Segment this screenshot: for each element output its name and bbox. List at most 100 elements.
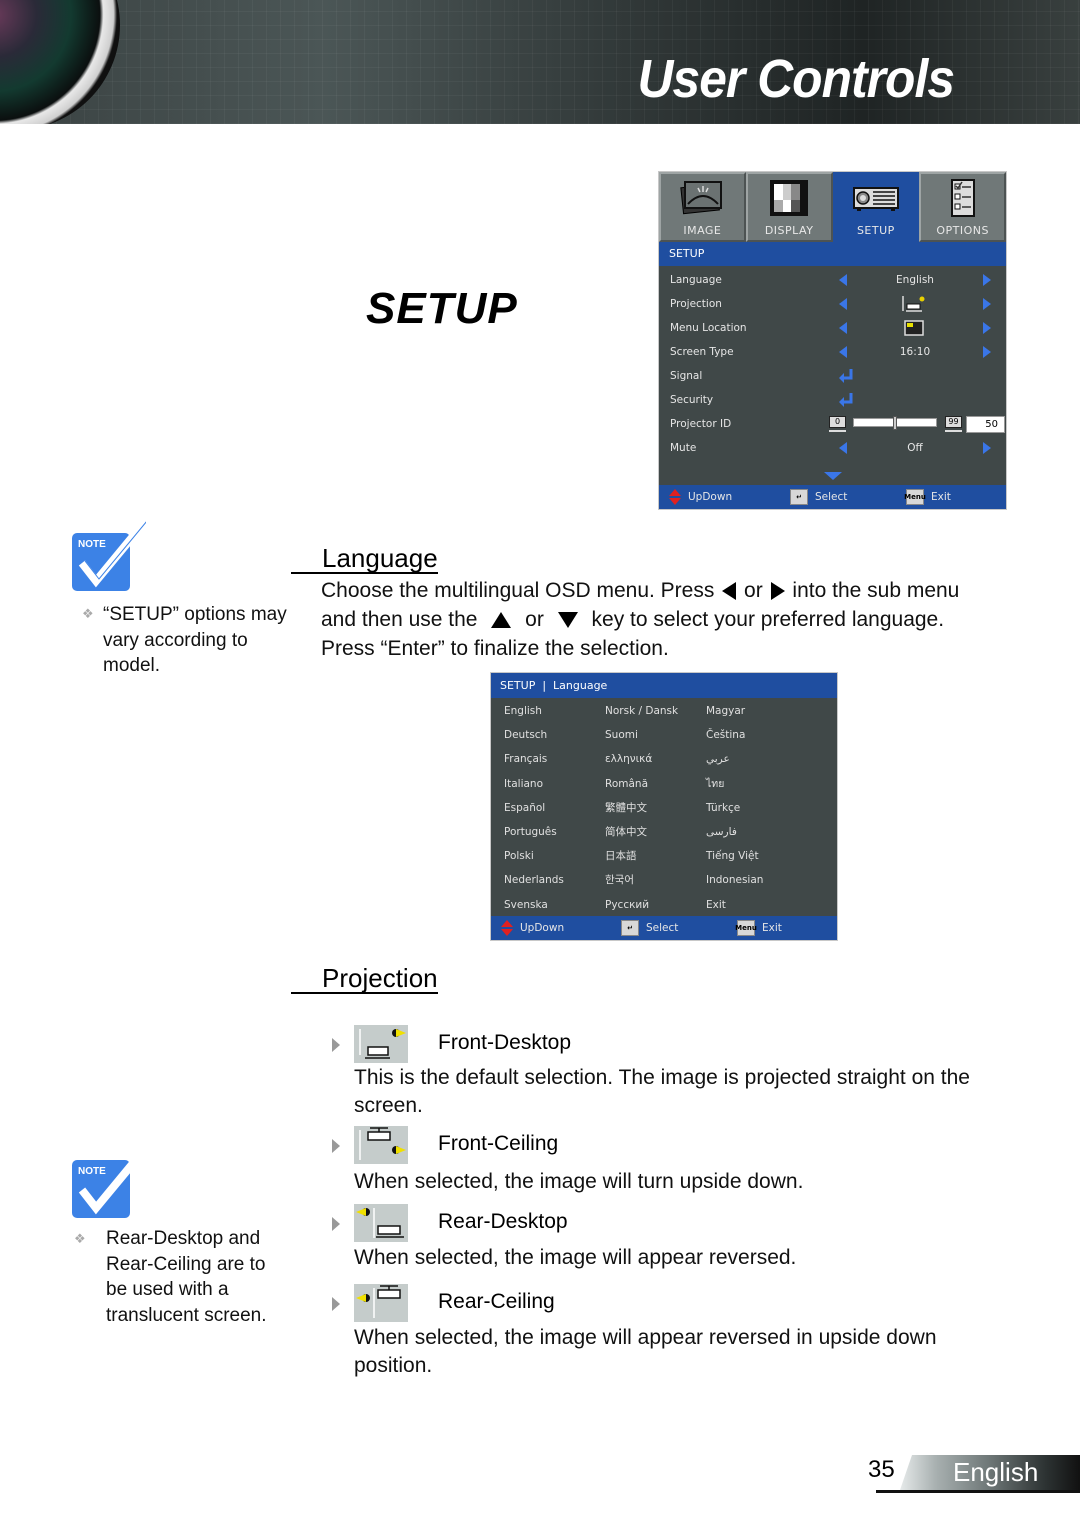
scroll-down-icon[interactable] — [824, 472, 842, 480]
language-option[interactable]: Nederlands — [504, 868, 605, 892]
options-checklist-icon — [950, 179, 975, 217]
rear-desktop-icon — [354, 1204, 408, 1242]
language-option[interactable]: Indonesian — [706, 868, 826, 892]
osd-row-language[interactable]: Language English — [659, 268, 1006, 292]
osd-footer: UpDown ↵ Select Menu Exit — [659, 485, 1006, 509]
bullet-arrow-icon — [332, 1217, 340, 1231]
select-label: Select — [646, 922, 679, 934]
language-option[interactable]: Deutsch — [504, 723, 605, 747]
language-option[interactable]: ελληνικά — [605, 747, 706, 771]
projection-option-label: Rear-Desktop — [438, 1210, 568, 1233]
osd-tab-setup[interactable]: SETUP — [832, 172, 920, 242]
osd-row-menu-location[interactable]: Menu Location — [659, 316, 1006, 340]
slider-thumb[interactable] — [893, 416, 897, 430]
exit-hint: Menu Exit — [904, 485, 951, 509]
language-badge-label: English — [953, 1457, 1039, 1487]
updown-icon — [501, 920, 513, 936]
language-option[interactable]: فارسی — [706, 820, 826, 844]
arrow-right-icon[interactable] — [983, 322, 991, 334]
osd-tab-display[interactable]: DISPLAY — [745, 172, 833, 242]
front-desktop-icon — [354, 1025, 408, 1063]
osd-row-projection[interactable]: Projection — [659, 292, 1006, 316]
enter-icon[interactable] — [837, 367, 855, 385]
language-option[interactable]: Polski — [504, 844, 605, 868]
language-option[interactable]: Русский — [605, 893, 706, 917]
section-title-projection: Projection — [291, 963, 438, 994]
language-option[interactable]: 한국어 — [605, 868, 706, 892]
language-option[interactable]: Română — [605, 772, 706, 796]
projection-option-label: Front-Ceiling — [438, 1132, 559, 1155]
language-option[interactable]: Svenska — [504, 893, 605, 917]
note-checkmark-icon: NOTE — [72, 521, 146, 591]
bullet-icon: ❖ — [82, 606, 94, 621]
arrow-right-icon[interactable] — [983, 442, 991, 454]
slider-track[interactable] — [853, 416, 937, 430]
exit-label: Exit — [931, 491, 951, 503]
updown-hint: UpDown — [669, 485, 732, 509]
osd-setup-menu: IMAGE DISPLAY SETUP OPTIONS SETUP Langua… — [658, 171, 1007, 510]
language-option[interactable]: ไทย — [706, 772, 826, 796]
exit-hint: Menu Exit — [735, 916, 782, 940]
language-option[interactable]: Português — [504, 820, 605, 844]
enter-key-icon: ↵ — [790, 489, 808, 505]
enter-icon[interactable] — [837, 391, 855, 409]
osd-tab-label: IMAGE — [683, 224, 722, 237]
arrow-left-icon[interactable] — [839, 274, 847, 286]
language-option[interactable]: Magyar — [706, 699, 826, 723]
footer-rule — [876, 1490, 1080, 1493]
text-fragment: or — [525, 608, 544, 631]
select-hint: ↵ Select — [621, 916, 678, 940]
arrow-right-icon[interactable] — [983, 298, 991, 310]
osd-row-security[interactable]: Security — [659, 388, 1006, 412]
arrow-right-icon[interactable] — [983, 346, 991, 358]
osd-tab-label: DISPLAY — [764, 224, 814, 237]
language-option[interactable]: Čeština — [706, 723, 826, 747]
projection-option-description: When selected, the image will appear rev… — [354, 1246, 797, 1269]
language-option[interactable]: عربي — [706, 747, 826, 771]
osd-row-projector-id[interactable]: Projector ID 0 99 50 — [659, 412, 1006, 436]
osd-row-value: Off — [907, 442, 923, 454]
language-option[interactable]: 简体中文 — [605, 820, 706, 844]
language-option[interactable]: Español — [504, 796, 605, 820]
language-option[interactable]: English — [504, 699, 605, 723]
updown-hint: UpDown — [501, 916, 564, 940]
language-option[interactable]: Tiếng Việt — [706, 844, 826, 868]
slider-max-label: 99 — [945, 416, 962, 428]
osd-row-label: Security — [670, 394, 714, 406]
osd-row-signal[interactable]: Signal — [659, 364, 1006, 388]
osd-tab-options[interactable]: OPTIONS — [919, 172, 1006, 242]
osd-tab-label: SETUP — [856, 224, 895, 237]
arrow-left-icon[interactable] — [839, 442, 847, 454]
submenu-title: SETUP | Language — [491, 673, 837, 698]
up-key-icon — [491, 612, 512, 629]
language-option[interactable]: Suomi — [605, 723, 706, 747]
arrow-left-icon[interactable] — [839, 346, 847, 358]
arrow-left-icon[interactable] — [839, 322, 847, 334]
language-option[interactable]: Exit — [706, 893, 826, 917]
language-option[interactable]: Italiano — [504, 772, 605, 796]
select-label: Select — [815, 491, 848, 503]
chapter-title: User Controls — [637, 49, 954, 109]
left-key-icon — [722, 582, 737, 601]
arrow-right-icon[interactable] — [983, 274, 991, 286]
osd-row-mute[interactable]: Mute Off — [659, 436, 1006, 460]
projector-id-slider[interactable]: 0 99 50 — [829, 416, 1007, 434]
language-option[interactable]: 日本語 — [605, 844, 706, 868]
osd-row-label: Projector ID — [670, 418, 732, 430]
svg-text:NOTE: NOTE — [78, 539, 106, 550]
updown-label: UpDown — [520, 922, 565, 934]
language-option[interactable]: 繁體中文 — [605, 796, 706, 820]
osd-row-screen-type[interactable]: Screen Type 16:10 — [659, 340, 1006, 364]
text-fragment: Choose the multilingual OSD menu. Press — [321, 579, 715, 602]
projection-option-label: Front-Desktop — [438, 1031, 572, 1054]
text-fragment: or — [744, 579, 763, 602]
language-option[interactable]: Norsk / Dansk — [605, 699, 706, 723]
front-ceiling-icon — [354, 1126, 408, 1164]
language-option[interactable]: Français — [504, 747, 605, 771]
osd-tab-image[interactable]: IMAGE — [659, 172, 746, 242]
language-option[interactable]: Türkçe — [706, 796, 826, 820]
note-text: “SETUP” options may vary according to mo… — [103, 604, 287, 676]
arrow-left-icon[interactable] — [839, 298, 847, 310]
osd-tab-bar: IMAGE DISPLAY SETUP OPTIONS — [659, 172, 1006, 242]
osd-row-label: Signal — [670, 370, 703, 382]
